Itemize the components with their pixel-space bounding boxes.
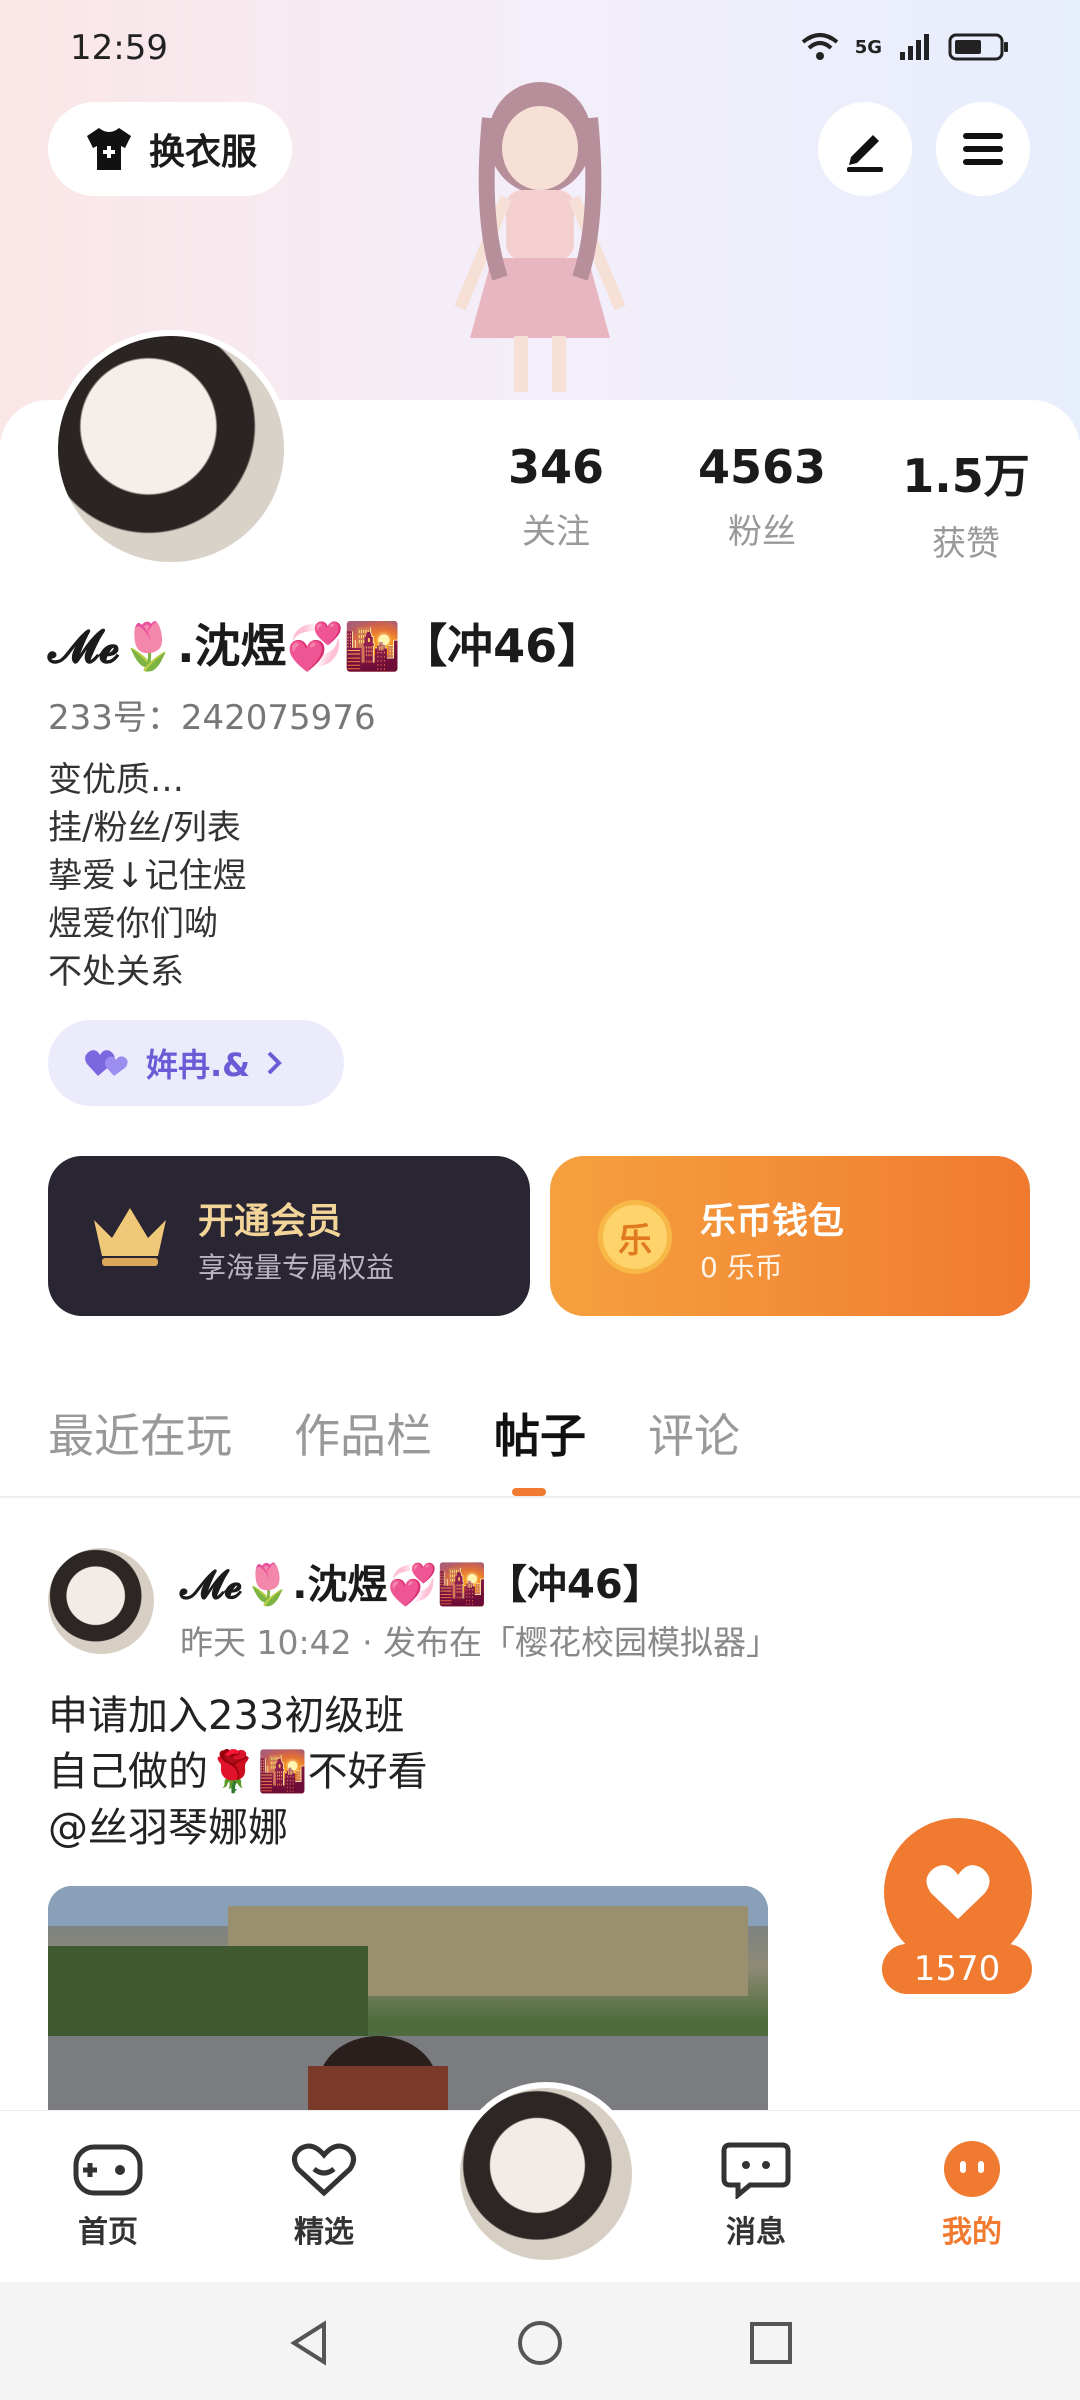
post-line: 自己做的🌹🌇不好看 (48, 1749, 428, 1795)
stat-fans[interactable]: 4563 粉丝 (682, 440, 842, 553)
bio-line: 挚爱↓记住煜 (48, 856, 247, 896)
stat-following[interactable]: 346 关注 (476, 440, 636, 553)
post-image[interactable] (48, 1886, 768, 2116)
bio-line: 变优质… (48, 760, 184, 800)
likes-label: 获赞 (932, 524, 1000, 564)
back-icon[interactable] (284, 2318, 334, 2368)
crown-icon (94, 1208, 166, 1266)
edit-profile-button[interactable] (818, 102, 912, 196)
likes-count: 1.5万 (902, 449, 1030, 503)
nav-home[interactable]: 首页 (48, 2139, 168, 2251)
profile-face-icon (944, 2141, 1000, 2197)
tabs-divider (0, 1496, 1080, 1498)
profile-tabs: 最近在玩 作品栏 帖子 评论 (48, 1400, 740, 1466)
post-author-name[interactable]: 𝓜𝓮🌷.沈煜💞🌇【冲46】 (180, 1552, 663, 1610)
nav-home-label: 首页 (78, 2215, 138, 2250)
profile-bio: 变优质… 挂/粉丝/列表 挚爱↓记住煜 煜爱你们呦 不处关系 (48, 756, 247, 996)
fans-label: 粉丝 (728, 512, 796, 552)
system-navigation-bar (0, 2282, 1080, 2400)
vip-membership-card[interactable]: 开通会员 享海量专属权益 (48, 1156, 530, 1316)
heart-icon (926, 1865, 990, 1919)
wifi-icon (801, 33, 838, 60)
vip-subtitle: 享海量专属权益 (198, 1251, 395, 1284)
fans-count: 4563 (697, 440, 827, 494)
tab-posts[interactable]: 帖子 (494, 1400, 586, 1466)
nav-mine[interactable]: 我的 (912, 2139, 1032, 2251)
post-meta: 昨天 10:42 · 发布在「樱花校园模拟器」 (180, 1623, 780, 1662)
vip-title: 开通会员 (198, 1201, 343, 1242)
tab-works[interactable]: 作品栏 (294, 1400, 432, 1466)
profile-uid: 233号：242075976 (48, 698, 376, 738)
like-count: 1570 (882, 1944, 1032, 1994)
heart-outline-icon (292, 2143, 356, 2197)
nav-featured-label: 精选 (294, 2215, 354, 2250)
stat-likes[interactable]: 1.5万 获赞 (886, 440, 1046, 565)
relationship-tag-label: 姩冉.& (146, 1046, 251, 1084)
profile-name: 𝓜𝓮🌷.沈煜💞🌇【冲46】 (48, 619, 604, 673)
post-content: 申请加入233初级班 自己做的🌹🌇不好看 @丝羽琴娜娜 (48, 1688, 428, 1856)
following-label: 关注 (522, 512, 590, 552)
bio-line: 不处关系 (48, 952, 184, 992)
center-avatar-button[interactable] (454, 2082, 638, 2266)
menu-button[interactable] (936, 102, 1030, 196)
double-heart-icon (85, 1050, 128, 1076)
pencil-icon (847, 135, 883, 172)
status-icons: 5G (801, 32, 1010, 62)
clock: 12:59 (70, 28, 168, 68)
change-outfit-label: 换衣服 (148, 132, 257, 173)
nav-messages-label: 消息 (726, 2215, 786, 2250)
wallet-title: 乐币钱包 (700, 1201, 845, 1242)
network-type: 5G (854, 36, 882, 58)
nav-featured[interactable]: 精选 (264, 2139, 384, 2251)
avatar-character-illustration (420, 78, 660, 398)
tab-recently-played[interactable]: 最近在玩 (48, 1400, 232, 1466)
profile-avatar[interactable] (52, 330, 290, 568)
status-bar: 12:59 5G (70, 28, 1010, 78)
coin-icon: 乐 (598, 1200, 672, 1274)
nav-messages[interactable]: 消息 (696, 2139, 816, 2251)
menu-icon (963, 133, 1003, 165)
home-circle-icon[interactable] (515, 2318, 565, 2368)
change-outfit-button[interactable]: 换衣服 (48, 102, 292, 196)
chat-icon (721, 2142, 791, 2201)
coin-wallet-card[interactable]: 乐 乐币钱包 0 乐币 (550, 1156, 1030, 1316)
battery-icon (948, 33, 1008, 61)
recents-icon[interactable] (746, 2318, 796, 2368)
gamepad-icon (73, 2144, 143, 2196)
bio-line: 煜爱你们呦 (48, 904, 218, 944)
signal-icon (900, 34, 929, 60)
nav-mine-label: 我的 (942, 2215, 1002, 2250)
relationship-tag[interactable]: 姩冉.& (48, 1020, 344, 1106)
post-line: 申请加入233初级班 (48, 1693, 405, 1739)
bio-line: 挂/粉丝/列表 (48, 808, 241, 848)
chevron-right-icon (267, 1051, 282, 1075)
tab-comments[interactable]: 评论 (648, 1400, 740, 1466)
shirt-icon (86, 128, 131, 170)
post-author-avatar[interactable] (48, 1548, 154, 1654)
active-tab-indicator (512, 1488, 546, 1496)
post-line[interactable]: @丝羽琴娜娜 (48, 1800, 428, 1856)
following-count: 346 (507, 440, 605, 494)
wallet-balance: 0 乐币 (700, 1251, 783, 1284)
